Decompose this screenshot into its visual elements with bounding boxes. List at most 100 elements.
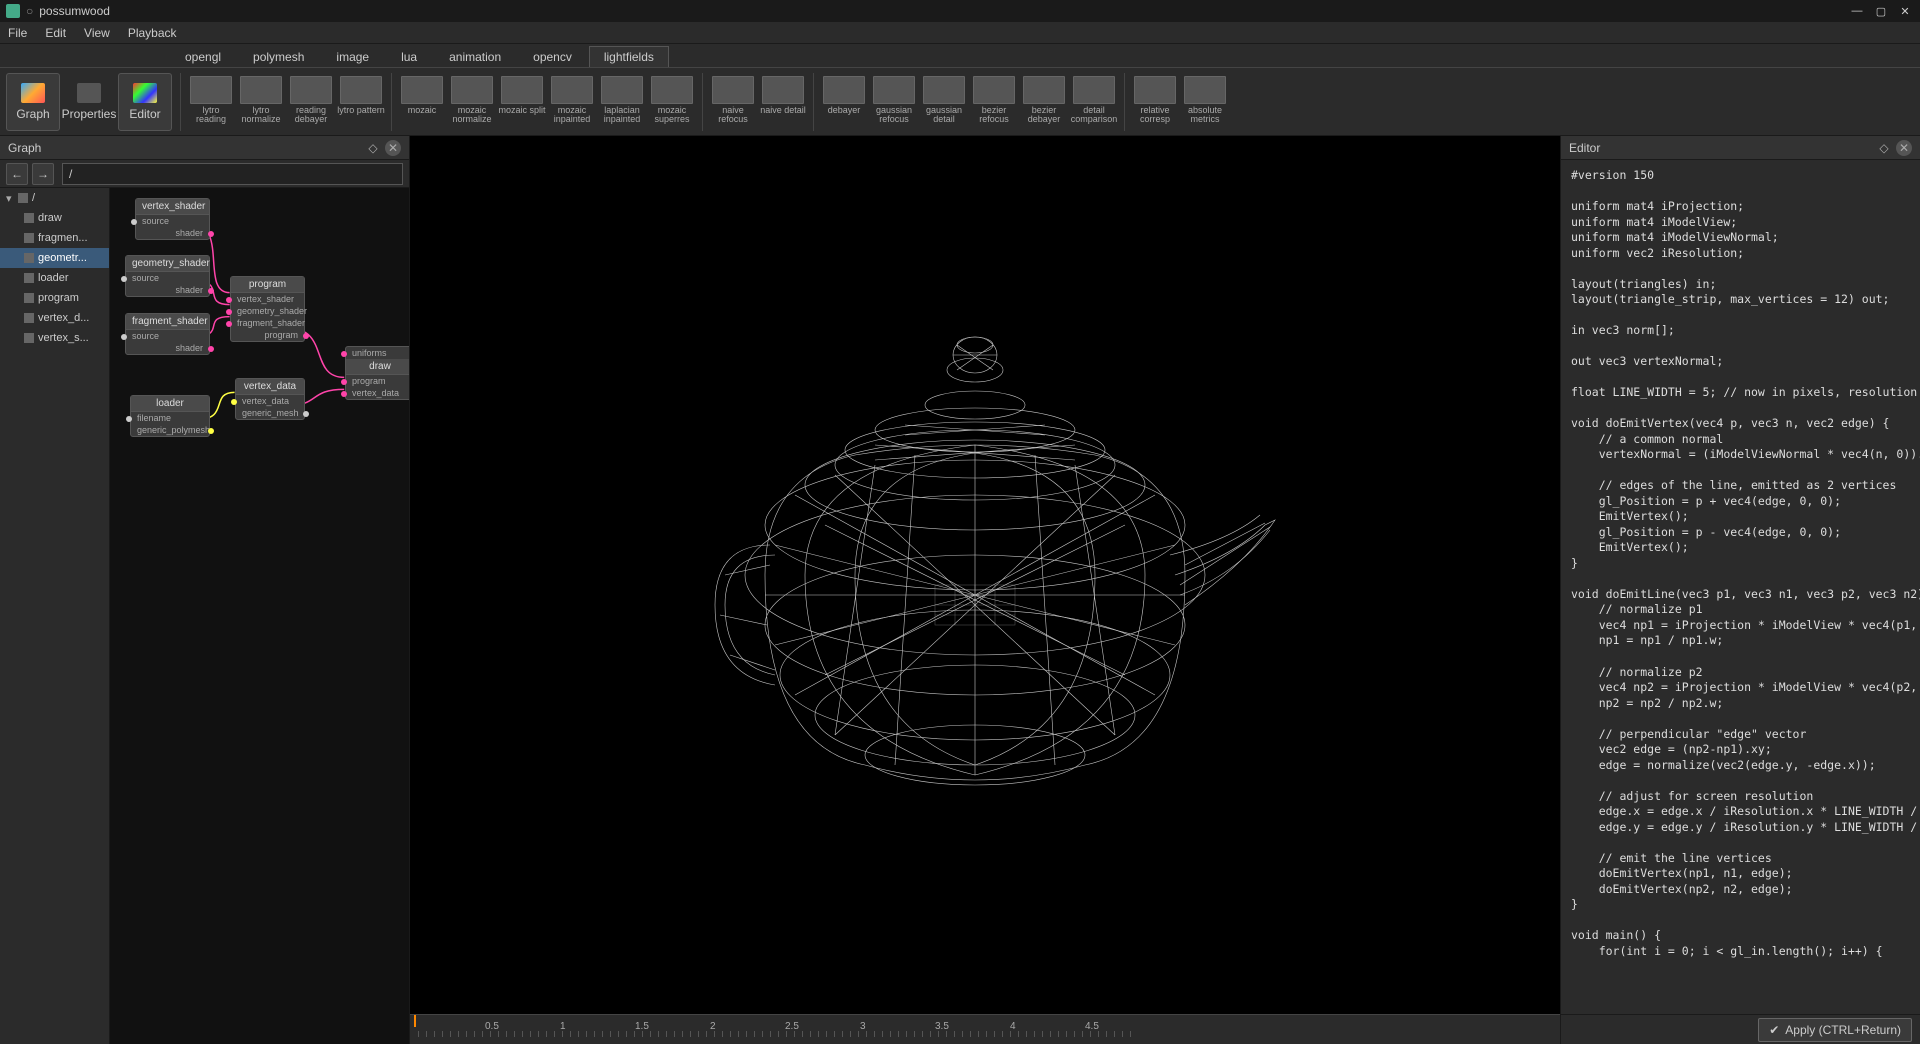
tree-item[interactable]: program bbox=[0, 288, 109, 308]
ribbon-item[interactable]: reading debayer bbox=[287, 74, 335, 130]
ribbon-item[interactable]: naive detail bbox=[759, 74, 807, 130]
ribbon-item[interactable]: relative corresp bbox=[1131, 74, 1179, 130]
tab-opencv[interactable]: opencv bbox=[518, 46, 587, 67]
ribbon-item[interactable]: naive refocus bbox=[709, 74, 757, 130]
timeline-tick: 0.5 bbox=[485, 1021, 499, 1032]
node-loader[interactable]: loader filename generic_polymesh bbox=[130, 395, 210, 437]
ribbon-item[interactable]: lytro normalize bbox=[237, 74, 285, 130]
menu-playback[interactable]: Playback bbox=[128, 26, 177, 40]
timeline-tick: 2.5 bbox=[785, 1021, 799, 1032]
graph-path-input[interactable]: / bbox=[62, 163, 403, 185]
ribbon-group-4: relative correspabsolute metrics bbox=[1124, 73, 1235, 131]
ribbon-thumb-icon bbox=[240, 76, 282, 104]
timeline-tick: 1 bbox=[560, 1021, 566, 1032]
ribbon-group-0: lytro readinglytro normalizereading deba… bbox=[180, 73, 391, 131]
ribbon-item[interactable]: mozaic superres bbox=[648, 74, 696, 130]
timeline-tick: 3.5 bbox=[935, 1021, 949, 1032]
ribbon-thumb-icon bbox=[651, 76, 693, 104]
tab-polymesh[interactable]: polymesh bbox=[238, 46, 319, 67]
node-program[interactable]: program vertex_shader geometry_shader fr… bbox=[230, 276, 305, 342]
tab-lua[interactable]: lua bbox=[386, 46, 432, 67]
node-icon bbox=[24, 313, 34, 323]
node-draw[interactable]: uniforms draw program vertex_data bbox=[345, 346, 409, 400]
nav-forward-button[interactable]: → bbox=[32, 163, 54, 185]
properties-icon bbox=[77, 83, 101, 103]
node-vertex-shader[interactable]: vertex_shader source shader bbox=[135, 198, 210, 240]
menu-view[interactable]: View bbox=[84, 26, 110, 40]
menubar: File Edit View Playback bbox=[0, 22, 1920, 44]
ribbon-thumb-icon bbox=[1134, 76, 1176, 104]
tree-item[interactable]: fragmen... bbox=[0, 228, 109, 248]
ribbon-item[interactable]: laplacian inpainted bbox=[598, 74, 646, 130]
tree-item[interactable]: vertex_d... bbox=[0, 308, 109, 328]
tab-animation[interactable]: animation bbox=[434, 46, 516, 67]
ribbon-item[interactable]: debayer bbox=[820, 74, 868, 130]
ribbon-item[interactable]: bezier debayer bbox=[1020, 74, 1068, 130]
tab-image[interactable]: image bbox=[321, 46, 384, 67]
view-editor-button[interactable]: Editor bbox=[118, 73, 172, 131]
timeline-tick: 2 bbox=[710, 1021, 716, 1032]
editor-panel-close-icon[interactable]: ✕ bbox=[1896, 140, 1912, 156]
ribbon-thumb-icon bbox=[290, 76, 332, 104]
graph-tree: ▾/ drawfragmen...geometr...loaderprogram… bbox=[0, 188, 110, 1044]
code-editor[interactable]: #version 150 uniform mat4 iProjection; u… bbox=[1561, 160, 1920, 1014]
node-graph-canvas[interactable]: vertex_shader source shader geometry_sha… bbox=[110, 188, 409, 1044]
tree-root[interactable]: ▾/ bbox=[0, 188, 109, 208]
ribbon-thumb-icon bbox=[1023, 76, 1065, 104]
ribbon-thumb-icon bbox=[823, 76, 865, 104]
window-title: possumwood bbox=[39, 4, 110, 18]
nav-back-button[interactable]: ← bbox=[6, 163, 28, 185]
ribbon-group-1: mozaicmozaic normalizemozaic splitmozaic… bbox=[391, 73, 702, 131]
node-fragment-shader[interactable]: fragment_shader source shader bbox=[125, 313, 210, 355]
check-icon: ✔ bbox=[1769, 1023, 1779, 1037]
graph-icon bbox=[21, 83, 45, 103]
ribbon-group-3: debayergaussian refocusgaussian detailbe… bbox=[813, 73, 1124, 131]
ribbon-item[interactable]: mozaic normalize bbox=[448, 74, 496, 130]
tree-item[interactable]: draw bbox=[0, 208, 109, 228]
minimize-button[interactable]: — bbox=[1848, 4, 1866, 18]
node-icon bbox=[24, 293, 34, 303]
ribbon-item[interactable]: mozaic inpainted bbox=[548, 74, 596, 130]
ribbon: Graph Properties Editor lytro readinglyt… bbox=[0, 68, 1920, 136]
view-graph-button[interactable]: Graph bbox=[6, 73, 60, 131]
ribbon-item[interactable]: gaussian refocus bbox=[870, 74, 918, 130]
ribbon-item[interactable]: gaussian detail bbox=[920, 74, 968, 130]
graph-panel-detach-icon[interactable]: ◇ bbox=[365, 140, 381, 156]
node-vertex-data[interactable]: vertex_data vertex_data generic_mesh bbox=[235, 378, 305, 420]
timeline-tick: 1.5 bbox=[635, 1021, 649, 1032]
viewport-3d[interactable]: 0.511.522.533.544.5 bbox=[410, 136, 1560, 1044]
tab-opengl[interactable]: opengl bbox=[170, 46, 236, 67]
tab-lightfields[interactable]: lightfields bbox=[589, 46, 669, 67]
node-icon bbox=[24, 233, 34, 243]
maximize-button[interactable]: ▢ bbox=[1872, 4, 1890, 18]
menu-edit[interactable]: Edit bbox=[45, 26, 66, 40]
teapot-wireframe bbox=[675, 295, 1295, 855]
node-geometry-shader[interactable]: geometry_shader source shader bbox=[125, 255, 210, 297]
editor-panel-detach-icon[interactable]: ◇ bbox=[1876, 140, 1892, 156]
ribbon-thumb-icon bbox=[401, 76, 443, 104]
timeline-tick: 4.5 bbox=[1085, 1021, 1099, 1032]
view-properties-button[interactable]: Properties bbox=[62, 73, 116, 131]
ribbon-item[interactable]: lytro reading bbox=[187, 74, 235, 130]
ribbon-thumb-icon bbox=[190, 76, 232, 104]
titlebar: ○ possumwood — ▢ ✕ bbox=[0, 0, 1920, 22]
ribbon-item[interactable]: lytro pattern bbox=[337, 74, 385, 130]
ribbon-thumb-icon bbox=[340, 76, 382, 104]
timeline-tick: 3 bbox=[860, 1021, 866, 1032]
ribbon-item[interactable]: detail comparison bbox=[1070, 74, 1118, 130]
folder-icon bbox=[18, 193, 28, 203]
ribbon-item[interactable]: mozaic split bbox=[498, 74, 546, 130]
tree-item[interactable]: geometr... bbox=[0, 248, 109, 268]
ribbon-item[interactable]: absolute metrics bbox=[1181, 74, 1229, 130]
timeline[interactable]: 0.511.522.533.544.5 bbox=[410, 1014, 1560, 1044]
menu-file[interactable]: File bbox=[8, 26, 27, 40]
ribbon-thumb-icon bbox=[873, 76, 915, 104]
ribbon-item[interactable]: bezier refocus bbox=[970, 74, 1018, 130]
graph-panel-close-icon[interactable]: ✕ bbox=[385, 140, 401, 156]
close-button[interactable]: ✕ bbox=[1896, 4, 1914, 18]
node-icon bbox=[24, 273, 34, 283]
apply-button[interactable]: ✔Apply (CTRL+Return) bbox=[1758, 1018, 1912, 1042]
ribbon-item[interactable]: mozaic bbox=[398, 74, 446, 130]
tree-item[interactable]: vertex_s... bbox=[0, 328, 109, 348]
tree-item[interactable]: loader bbox=[0, 268, 109, 288]
